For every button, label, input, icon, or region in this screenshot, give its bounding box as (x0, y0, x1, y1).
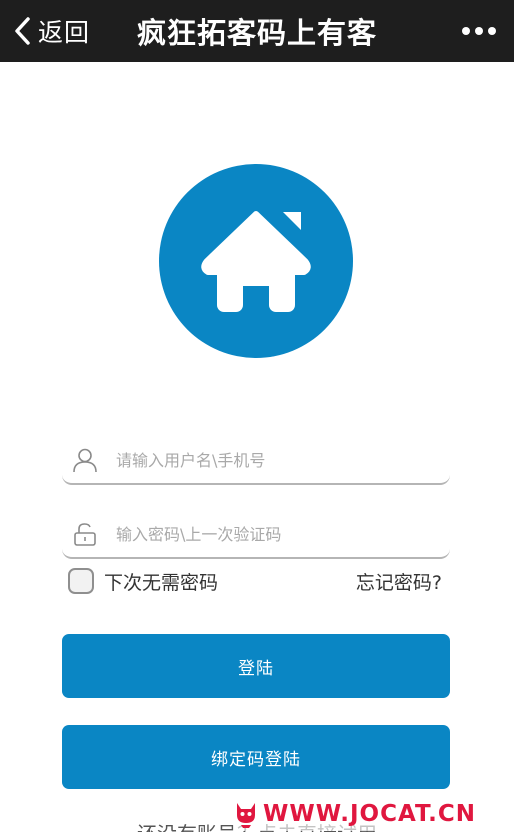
header-bar: 返回 疯狂拓客码上有客 (0, 0, 514, 62)
user-icon (73, 448, 97, 473)
password-input[interactable] (116, 524, 436, 544)
watermark-text: WWW.JOCAT.CN (263, 801, 477, 827)
forgot-password-link[interactable]: 忘记密码? (356, 567, 442, 595)
remember-checkbox[interactable] (68, 568, 94, 594)
chevron-left-icon (15, 17, 30, 45)
login-button[interactable]: 登陆 (62, 634, 450, 698)
username-field[interactable] (62, 437, 450, 485)
bind-code-login-button[interactable]: 绑定码登陆 (62, 725, 450, 789)
cat-logo-icon (237, 803, 255, 828)
more-dots-icon (462, 27, 470, 35)
username-input[interactable] (116, 450, 436, 470)
login-page: 返回 疯狂拓客码上有客 请输入用户名\手机号 下次无需密码 忘记密码? 登陆 绑… (0, 0, 514, 832)
home-icon (201, 211, 311, 312)
password-field[interactable] (62, 511, 450, 559)
back-button[interactable]: 返回 (12, 0, 90, 62)
lock-icon (74, 523, 96, 546)
more-button[interactable] (462, 0, 496, 62)
back-label: 返回 (38, 18, 91, 47)
more-dots-icon (488, 27, 496, 35)
more-dots-icon (475, 27, 483, 35)
watermark: WWW.JOCAT.CN (233, 797, 514, 831)
remember-toggle[interactable]: 下次无需密码 (68, 567, 218, 595)
app-logo (159, 164, 353, 358)
remember-label: 下次无需密码 (104, 571, 219, 594)
